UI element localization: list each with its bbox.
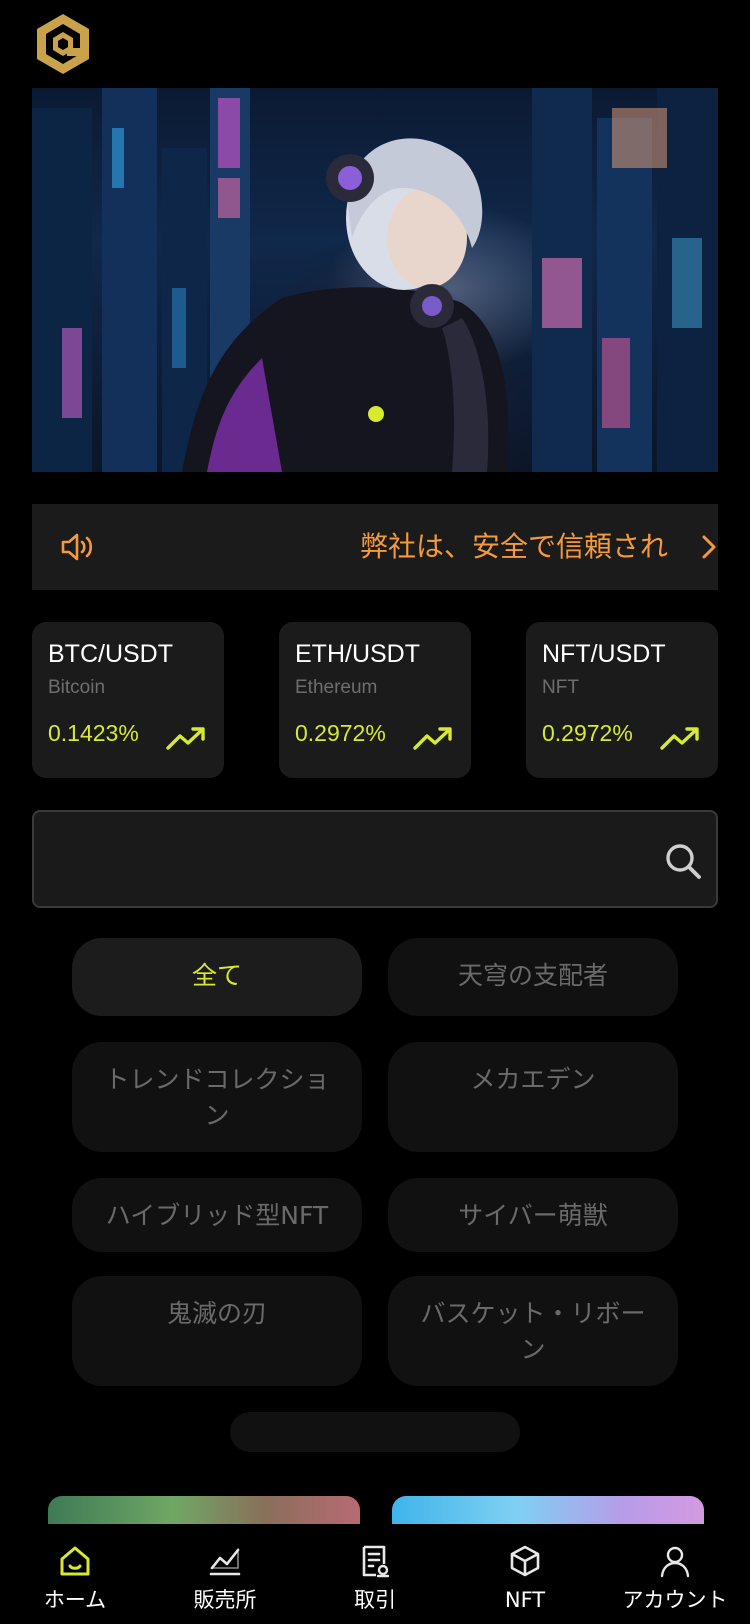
notice-text: 弊社は、安全で信頼され <box>360 530 669 563</box>
nav-label: 販売所 <box>193 1588 257 1612</box>
nav-item-trade[interactable]: 取引 <box>300 1524 450 1624</box>
trend-up-icon <box>413 727 452 750</box>
ticker-name: NFT <box>542 677 579 698</box>
load-more-bar[interactable] <box>230 1412 520 1452</box>
category-chip[interactable]: メカエデン <box>388 1042 678 1152</box>
nav-item-nft[interactable]: NFT <box>450 1524 600 1624</box>
category-chip[interactable]: バスケット・リボーン <box>388 1276 678 1386</box>
home-screen: 弊社は、安全で信頼され BTC/USDT Bitcoin 0.1423% ETH… <box>0 0 750 1624</box>
ticker-pair: ETH/USDT <box>295 640 420 668</box>
nav-item-account[interactable]: アカウント <box>600 1524 750 1624</box>
carousel-indicator[interactable] <box>368 406 384 422</box>
ticker-card-eth[interactable]: ETH/USDT Ethereum 0.2972% <box>279 622 471 778</box>
bottom-nav: ホーム 販売所 取引 NFT アカウント <box>0 1524 750 1624</box>
chevron-right-icon[interactable] <box>700 534 718 560</box>
search-input[interactable] <box>48 822 628 896</box>
ticker-pair: NFT/USDT <box>542 640 666 668</box>
nav-label: ホーム <box>43 1588 107 1612</box>
nav-label: NFT <box>504 1588 546 1612</box>
document-icon <box>362 1545 390 1578</box>
nav-label: 取引 <box>354 1588 396 1612</box>
nav-item-exchange[interactable]: 販売所 <box>150 1524 300 1624</box>
home-icon <box>60 1546 90 1576</box>
nav-item-home[interactable]: ホーム <box>0 1524 150 1624</box>
ticker-name: Bitcoin <box>48 677 106 698</box>
ticker-name: Ethereum <box>295 677 378 698</box>
category-chip[interactable]: 天穹の支配者 <box>388 938 678 1016</box>
category-chip[interactable]: トレンドコレクション <box>72 1042 362 1152</box>
search-box[interactable] <box>32 810 718 908</box>
ticker-card-btc[interactable]: BTC/USDT Bitcoin 0.1423% <box>32 622 224 778</box>
category-chip-all[interactable]: 全て <box>72 938 362 1016</box>
ticker-card-nft[interactable]: NFT/USDT NFT 0.2972% <box>526 622 718 778</box>
hero-banner[interactable] <box>32 88 718 472</box>
category-chip[interactable]: 鬼滅の刃 <box>72 1276 362 1386</box>
trend-up-icon <box>166 727 205 750</box>
nav-label: アカウント <box>622 1588 728 1612</box>
ticker-change: 0.2972% <box>295 720 386 746</box>
hexagon-logo-icon[interactable] <box>34 12 92 76</box>
trend-up-icon <box>660 727 699 750</box>
user-icon <box>660 1546 690 1578</box>
cube-icon <box>510 1545 540 1577</box>
ticker-pair: BTC/USDT <box>48 640 173 668</box>
speaker-icon <box>61 533 93 561</box>
notice-bar[interactable]: 弊社は、安全で信頼され <box>32 504 718 590</box>
ticker-change: 0.2972% <box>542 720 633 746</box>
search-icon[interactable] <box>664 842 702 880</box>
ticker-change: 0.1423% <box>48 720 139 746</box>
category-chip[interactable]: サイバー萌獣 <box>388 1178 678 1252</box>
chart-icon <box>209 1547 241 1576</box>
category-chip[interactable]: ハイブリッド型NFT <box>72 1178 362 1252</box>
